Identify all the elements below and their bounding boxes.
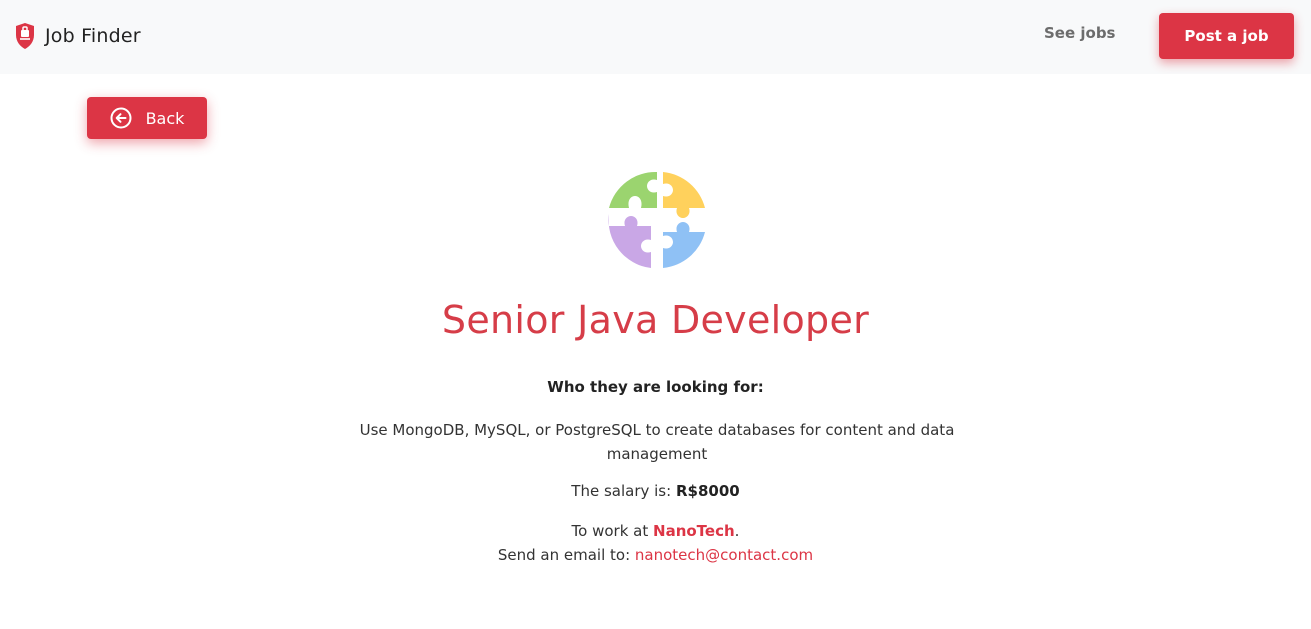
email-link[interactable]: nanotech@contact.com [635, 546, 813, 564]
company-name: NanoTech [653, 522, 735, 540]
email-prefix: Send an email to: [497, 546, 631, 564]
company-suffix: . [734, 522, 740, 540]
top-navbar: Job Finder See jobs Post a job [0, 0, 1311, 74]
looking-for-heading: Who they are looking for: [547, 378, 764, 396]
salary-label: The salary is: [571, 482, 672, 500]
company-line: To work at NanoTech. [0, 522, 1311, 540]
email-line: Send an email to: nanotech@contact.com [0, 546, 1311, 564]
job-title: Senior Java Developer [441, 298, 870, 342]
brand-name: Job Finder [45, 25, 141, 47]
salary-value: R$8000 [675, 482, 740, 500]
brand-link[interactable]: Job Finder [14, 22, 141, 50]
salary-line: The salary is: R$8000 [0, 482, 1311, 500]
see-jobs-link[interactable]: See jobs [1044, 24, 1115, 42]
shield-icon [14, 22, 36, 50]
back-button-label: Back [145, 108, 185, 128]
arrow-left-circle-icon [110, 107, 132, 129]
post-job-button[interactable]: Post a job [1159, 13, 1294, 59]
back-button[interactable]: Back [87, 97, 207, 139]
company-prefix: To work at [571, 522, 649, 540]
job-description: Use MongoDB, MySQL, or PostgreSQL to cre… [359, 421, 955, 463]
puzzle-icon [607, 170, 707, 270]
